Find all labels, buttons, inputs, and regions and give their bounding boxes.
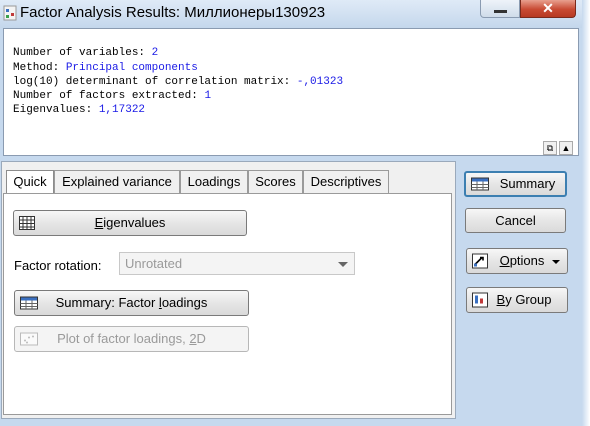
- table-grid-icon: [19, 216, 35, 230]
- tab-scores[interactable]: Scores: [248, 170, 303, 193]
- tab-explained-variance[interactable]: Explained variance: [54, 170, 180, 193]
- dropdown-arrow-icon: [552, 260, 560, 264]
- output-line-eigenvalues: Eigenvalues: 1,17322: [13, 104, 146, 116]
- copy-icon[interactable]: ⧉: [543, 141, 557, 155]
- eigenvalues-button[interactable]: Eigenvalues: [13, 210, 247, 236]
- collapse-arrow-icon[interactable]: ▲: [559, 141, 573, 155]
- summary-factor-loadings-button[interactable]: Summary: Factor loadings: [14, 290, 249, 316]
- output-line-method: Method: Principal components: [13, 62, 198, 74]
- tab-loadings[interactable]: Loadings: [180, 170, 248, 193]
- close-icon: ✕: [542, 0, 554, 16]
- by-group-button-label: By Group: [496, 292, 552, 307]
- factor-analysis-results-window: Factor Analysis Results: Миллионеры13092…: [0, 0, 590, 426]
- window-title: Factor Analysis Results: Миллионеры13092…: [20, 4, 326, 21]
- output-line-determinant: log(10) determinant of correlation matri…: [13, 76, 344, 88]
- close-button[interactable]: ✕: [520, 0, 576, 18]
- factor-rotation-select[interactable]: Unrotated: [119, 252, 355, 275]
- plot-factor-loadings-2d-button[interactable]: Plot of factor loadings, 2D: [14, 326, 249, 352]
- window-right-border: [582, 0, 590, 426]
- factor-rotation-label: Factor rotation:: [14, 258, 102, 273]
- app-icon: [3, 5, 17, 21]
- by-group-icon: [472, 292, 488, 308]
- options-button[interactable]: Options: [466, 248, 568, 274]
- factor-rotation-value: Unrotated: [125, 256, 183, 271]
- cancel-button-label: Cancel: [495, 213, 536, 228]
- chevron-down-icon: [338, 262, 348, 267]
- output-line-factors: Number of factors extracted: 1: [13, 90, 212, 102]
- summary-table-icon: [471, 177, 489, 191]
- minimize-button[interactable]: [480, 0, 520, 18]
- tab-quick[interactable]: Quick: [6, 170, 54, 194]
- summary-button[interactable]: Summary: [464, 171, 567, 197]
- tab-descriptives[interactable]: Descriptives: [303, 170, 389, 193]
- scatter-plot-icon: [20, 332, 38, 346]
- output-line-variables: Number of variables: 2: [13, 47, 159, 59]
- summary-table-icon: [20, 296, 38, 310]
- cancel-button[interactable]: Cancel: [465, 208, 566, 233]
- options-icon: [472, 253, 488, 269]
- minimize-icon: [494, 10, 507, 13]
- options-button-label: Options: [499, 253, 545, 268]
- by-group-button[interactable]: By Group: [466, 287, 568, 313]
- results-output-area[interactable]: Number of variables: 2 Method: Principal…: [3, 28, 579, 156]
- plot-factor-loadings-label: Plot of factor loadings, 2D: [57, 331, 206, 346]
- title-bar[interactable]: Factor Analysis Results: Миллионеры13092…: [0, 0, 590, 28]
- eigenvalues-label: Eigenvalues: [94, 215, 166, 230]
- summary-factor-loadings-label: Summary: Factor loadings: [55, 295, 208, 310]
